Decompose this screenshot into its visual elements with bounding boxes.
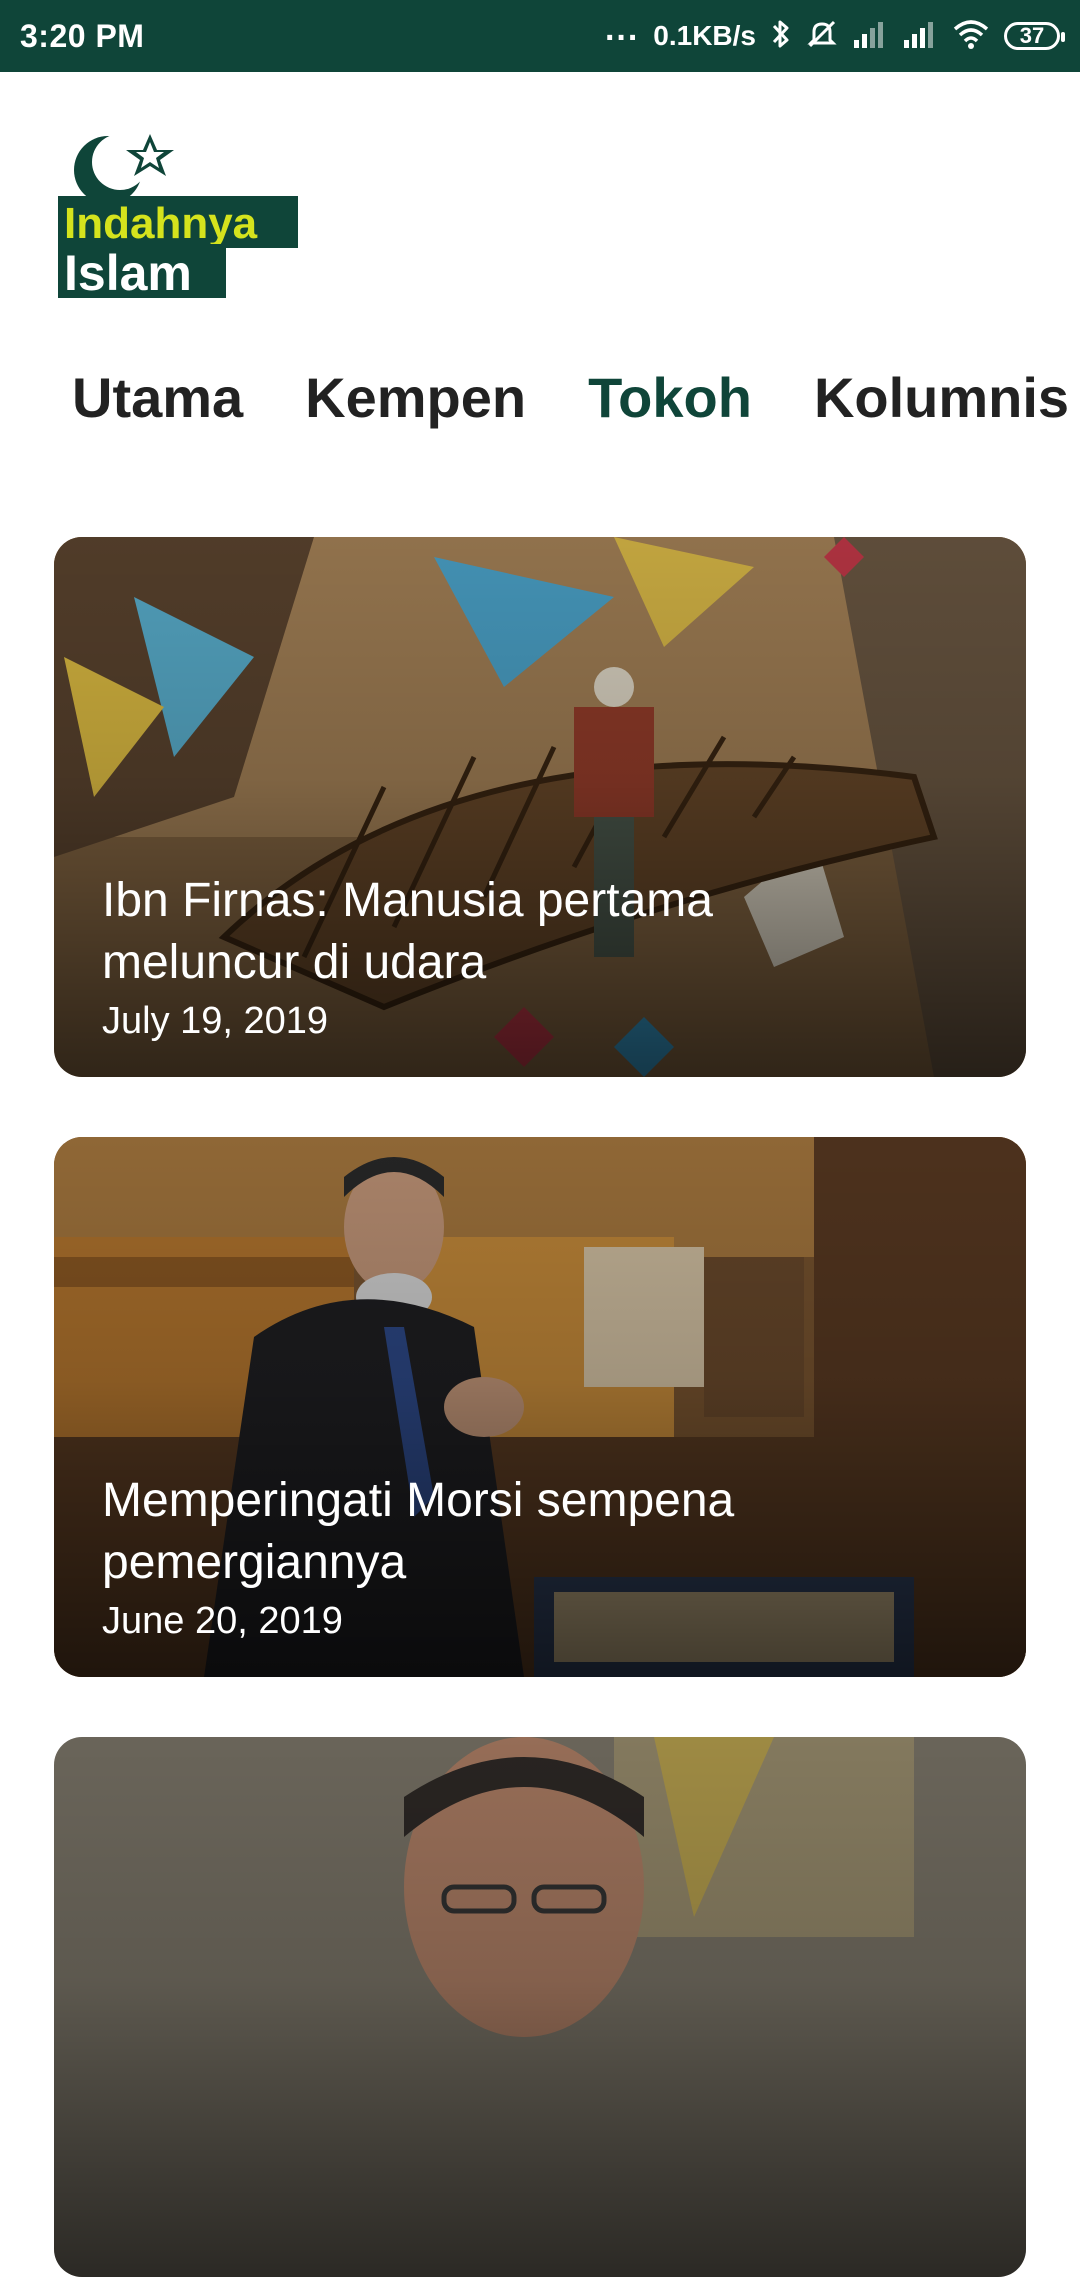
app-logo[interactable]: Indahnya Islam: [58, 132, 302, 301]
status-icons: ... 0.1KB/s 37: [605, 10, 1065, 55]
article-date: June 20, 2019: [102, 1600, 343, 1642]
tab-kempen[interactable]: Kempen: [305, 365, 526, 445]
article-title: Ibn Firnas: Manusia pertama meluncur di …: [102, 874, 713, 989]
image-overlay: [54, 1737, 1026, 2277]
network-speed: 0.1KB/s: [653, 20, 756, 51]
mute-icon: [806, 18, 838, 55]
article-title: Memperingati Morsi sempena pemergiannya: [102, 1474, 735, 1589]
tab-tokoh[interactable]: Tokoh: [588, 365, 752, 445]
svg-text:Indahnya: Indahnya: [64, 199, 258, 248]
bluetooth-icon: [770, 18, 792, 55]
notification-dots: ...: [604, 9, 640, 48]
article-card[interactable]: Ibn Firnas: Manusia pertama meluncur di …: [54, 537, 1026, 1077]
article-info: Memperingati Morsi sempena pemergiannya …: [102, 1470, 826, 1643]
article-card[interactable]: [54, 1737, 1026, 2277]
battery-icon: 37: [1004, 22, 1065, 50]
tab-utama[interactable]: Utama: [72, 365, 243, 445]
signal-icon: [852, 20, 888, 53]
status-time: 3:20 PM: [20, 17, 145, 54]
category-tabs: Utama Kempen Tokoh Kolumnis: [72, 365, 1080, 445]
article-info: [102, 2237, 826, 2243]
svg-text:Islam: Islam: [64, 245, 192, 300]
article-card[interactable]: Memperingati Morsi sempena pemergiannya …: [54, 1137, 1026, 1677]
status-bar: 3:20 PM ... 0.1KB/s 37: [0, 0, 1080, 72]
article-info: Ibn Firnas: Manusia pertama meluncur di …: [102, 870, 826, 1043]
signal-icon: [902, 20, 938, 53]
article-date: July 19, 2019: [102, 1000, 329, 1042]
crescent-star-icon: [74, 134, 174, 204]
tab-kolumnis[interactable]: Kolumnis: [814, 365, 1069, 445]
wifi-icon: [952, 19, 990, 54]
